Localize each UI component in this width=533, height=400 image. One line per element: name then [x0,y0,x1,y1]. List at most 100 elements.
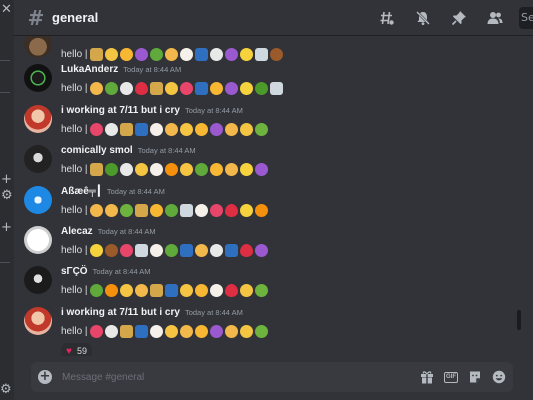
snake-emoji [164,203,178,217]
message-content: hello | [61,121,270,137]
message-item[interactable]: i working at 7/11 but i cry Today at 8:44… [14,307,523,356]
pin-icon[interactable] [447,6,471,30]
scream-cry-emoji [164,47,178,61]
message-item[interactable]: sΓÇÖ Today at 8:44 AM hello | [14,266,523,306]
avatar[interactable] [24,145,52,173]
channel-sidebar-edge: ✕ + ⚙ + ⚙ [0,0,14,400]
snake-emoji [164,243,178,257]
money-bag-emoji [119,122,133,136]
emoji-list [89,283,270,297]
heart-eyes-emoji [194,122,208,136]
clown-emoji [194,203,208,217]
sponge-emoji [179,243,193,257]
message-content: hello | [61,161,270,177]
scream-cry-emoji [164,122,178,136]
message-composer: + GIF [31,362,513,392]
fire-emoji [254,203,268,217]
reaction-count: 59 [76,346,87,356]
heart-eyes-emoji [209,81,223,95]
sidebar-add-button[interactable]: + [0,172,14,188]
money-bag-emoji [134,203,148,217]
message-input[interactable] [62,371,411,383]
sidebar-divider [0,92,10,93]
message-content: hello | [61,242,270,258]
reaction-button[interactable]: ♥ 59 [61,343,92,356]
money-bag-emoji [149,81,163,95]
message-text: hello | [61,48,88,60]
clown-emoji [209,283,223,297]
message-text: hello | [61,244,88,256]
emoji-list [89,203,270,217]
members-icon[interactable] [483,6,507,30]
message-content: hello | [61,202,270,218]
avatar[interactable] [24,226,52,254]
sick-emoji [254,122,268,136]
sidebar-settings-icon[interactable]: ⚙ [0,188,14,204]
money-bag-emoji [89,162,103,176]
search-input[interactable]: Se [519,7,533,29]
avatar[interactable] [24,266,52,294]
cowboy-emoji [239,122,253,136]
heart-emoji [224,203,238,217]
message-item[interactable]: i working at 7/11 but i cry Today at 8:44… [14,105,523,145]
gift-icon[interactable] [419,369,435,385]
scrollbar-thumb[interactable] [517,310,521,330]
sponge-emoji [224,243,238,257]
upload-plus-button[interactable]: + [38,370,52,384]
close-icon[interactable]: ✕ [0,2,14,18]
heart-emoji [134,81,148,95]
username[interactable]: i working at 7/11 but i cry [61,307,180,318]
lemon-emoji [239,203,253,217]
username[interactable]: LukaAnderz [61,64,118,75]
scream-cry-emoji [134,283,148,297]
username[interactable]: comically smol [61,145,133,156]
user-settings-icon[interactable]: ⚙ [0,382,14,398]
avatar[interactable] [24,307,52,335]
lemon-emoji [239,47,253,61]
message-item[interactable]: comically smol Today at 8:44 AM hello | [14,145,523,185]
emoji-list [89,162,270,176]
party-emoji [119,243,133,257]
snake-emoji [104,81,118,95]
mute-icon[interactable] [411,6,435,30]
sidebar-add-button[interactable]: + [0,220,14,236]
message-item[interactable]: Aßæê╤┃ Today at 8:44 AM hello | [14,186,523,226]
cowboy-emoji [239,283,253,297]
channel-header: # general Se [14,0,533,36]
scream-emoji [179,122,193,136]
devil-emoji [224,47,238,61]
username[interactable]: i working at 7/11 but i cry [61,105,180,116]
avatar[interactable] [24,36,52,58]
username[interactable]: sΓÇÖ [61,266,88,277]
lemon-emoji [89,243,103,257]
scream-emoji [179,283,193,297]
money-bag-emoji [149,283,163,297]
martini-emoji [134,243,148,257]
avatar[interactable] [24,105,52,133]
gif-icon[interactable]: GIF [443,369,459,385]
heart-emoji [224,283,238,297]
devil-emoji [254,243,268,257]
cowboy-emoji [119,283,133,297]
sticker-icon[interactable] [467,369,483,385]
football-emoji [104,243,118,257]
username[interactable]: Alecaz [61,226,93,237]
sponge-emoji [194,47,208,61]
emoji-icon[interactable] [491,369,507,385]
channel-title: general [52,10,99,25]
heart-emoji [239,243,253,257]
scream-cry-emoji [224,162,238,176]
username[interactable]: Aßæê╤┃ [61,186,102,197]
skull-emoji [104,324,118,338]
avatar[interactable] [24,64,52,92]
skull-emoji [209,47,223,61]
message-item[interactable]: LukaAnderz Today at 8:44 AM hello | [14,64,523,104]
avatar[interactable] [24,186,52,214]
party-emoji [179,81,193,95]
scream-cry-emoji [104,203,118,217]
threads-icon[interactable] [375,6,399,30]
martini-emoji [269,81,283,95]
message-item[interactable]: Alecaz Today at 8:44 AM hello | [14,226,523,266]
skull-emoji [104,122,118,136]
message-text: hello | [61,204,88,216]
